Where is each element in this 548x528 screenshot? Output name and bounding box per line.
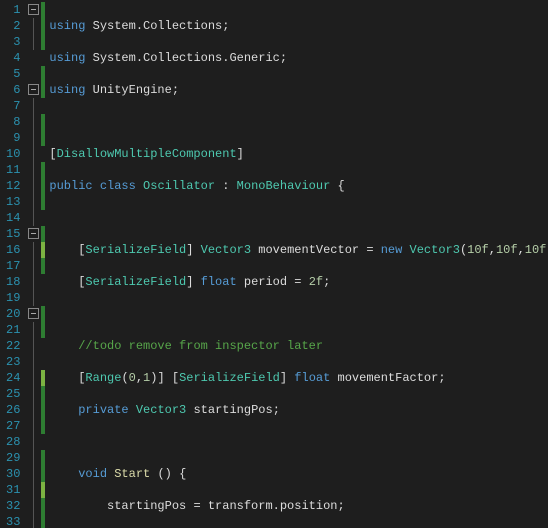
line-number: 31 (6, 482, 20, 498)
line-number: 32 (6, 498, 20, 514)
code-line[interactable]: [DisallowMultipleComponent] (49, 146, 548, 162)
code-line[interactable]: private Vector3 startingPos; (49, 402, 548, 418)
line-number: 23 (6, 354, 20, 370)
line-number-gutter: 1 2 3 4 5 6 7 8 9 10 11 12 13 14 15 16 1… (0, 0, 28, 528)
line-number: 33 (6, 514, 20, 528)
code-line[interactable]: using System.Collections.Generic; (49, 50, 548, 66)
code-line[interactable] (49, 306, 548, 322)
line-number: 1 (6, 2, 20, 18)
line-number: 13 (6, 194, 20, 210)
line-number: 24 (6, 370, 20, 386)
line-number: 15 (6, 226, 20, 242)
line-number: 27 (6, 418, 20, 434)
line-number: 7 (6, 98, 20, 114)
code-line[interactable]: public class Oscillator : MonoBehaviour … (49, 178, 548, 194)
line-number: 8 (6, 114, 20, 130)
line-number: 11 (6, 162, 20, 178)
line-number: 18 (6, 274, 20, 290)
line-number: 4 (6, 50, 20, 66)
line-number: 28 (6, 434, 20, 450)
line-number: 22 (6, 338, 20, 354)
code-line[interactable] (49, 434, 548, 450)
line-number: 2 (6, 18, 20, 34)
line-number: 19 (6, 290, 20, 306)
code-line[interactable]: void Start () { (49, 466, 548, 482)
code-line[interactable]: using System.Collections; (49, 18, 548, 34)
line-number: 14 (6, 210, 20, 226)
fold-toggle-icon[interactable] (28, 4, 39, 15)
code-line[interactable]: //todo remove from inspector later (49, 338, 548, 354)
line-number: 6 (6, 82, 20, 98)
line-number: 25 (6, 386, 20, 402)
line-number: 9 (6, 130, 20, 146)
code-line[interactable]: [Range(0,1)] [SerializeField] float move… (49, 370, 548, 386)
line-number: 21 (6, 322, 20, 338)
line-number: 5 (6, 66, 20, 82)
line-number: 26 (6, 402, 20, 418)
code-line[interactable]: startingPos = transform.position; (49, 498, 548, 514)
fold-toggle-icon[interactable] (28, 308, 39, 319)
fold-toggle-icon[interactable] (28, 228, 39, 239)
code-line[interactable]: using UnityEngine; (49, 82, 548, 98)
fold-toggle-icon[interactable] (28, 84, 39, 95)
code-area[interactable]: using System.Collections; using System.C… (45, 0, 548, 528)
line-number: 12 (6, 178, 20, 194)
line-number: 29 (6, 450, 20, 466)
line-number: 20 (6, 306, 20, 322)
line-number: 10 (6, 146, 20, 162)
code-editor[interactable]: 1 2 3 4 5 6 7 8 9 10 11 12 13 14 15 16 1… (0, 0, 548, 528)
line-number: 3 (6, 34, 20, 50)
line-number: 17 (6, 258, 20, 274)
code-line[interactable] (49, 210, 548, 226)
line-number: 30 (6, 466, 20, 482)
code-line[interactable]: [SerializeField] Vector3 movementVector … (49, 242, 548, 258)
code-line[interactable]: [SerializeField] float period = 2f; (49, 274, 548, 290)
line-number: 16 (6, 242, 20, 258)
code-line[interactable] (49, 114, 548, 130)
fold-column (28, 0, 39, 528)
